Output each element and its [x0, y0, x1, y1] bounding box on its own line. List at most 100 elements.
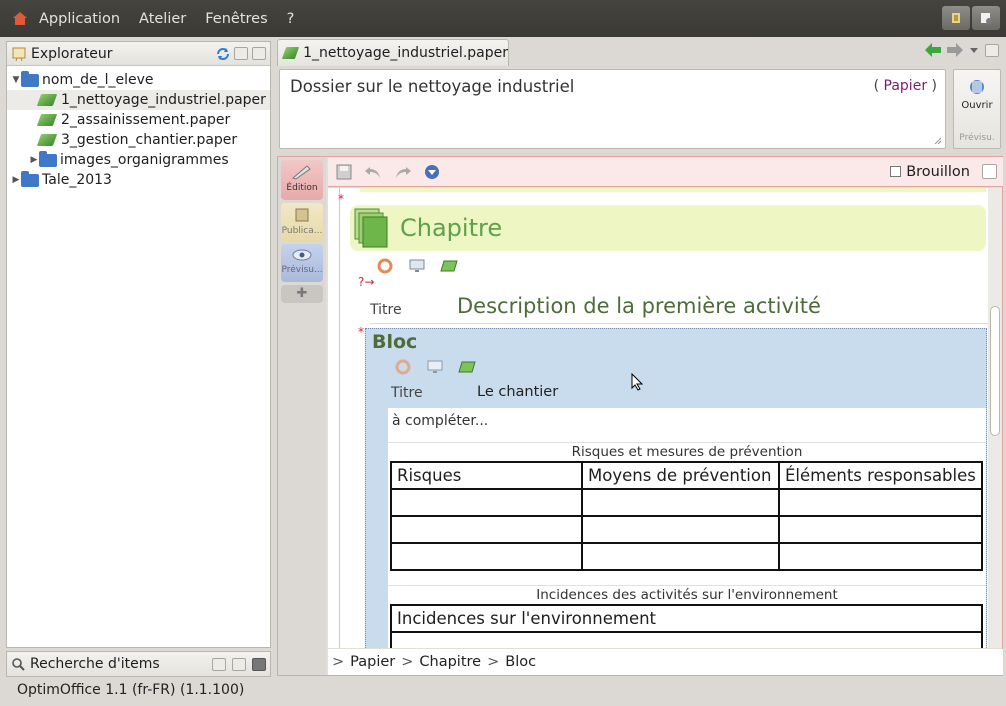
collapse-triangle-icon[interactable]: ▶ — [11, 175, 21, 185]
settings-tool-button[interactable] — [972, 6, 1000, 30]
guide-line — [339, 188, 340, 648]
breadcrumb-item-chapitre[interactable]: Chapitre — [419, 654, 481, 670]
optional-arrow-marker: ?→ — [358, 275, 375, 289]
table-cell[interactable] — [581, 542, 780, 571]
plus-icon: ✚ — [296, 286, 308, 301]
bloc-block[interactable]: Bloc Titre Le chantier à compléter... Ri… — [365, 328, 987, 648]
editor-mode-sidebar: Édition Publica... Prévisu... ✚ — [278, 157, 326, 675]
table-row — [390, 631, 983, 648]
menu-fenetres[interactable]: Fenêtres — [205, 11, 267, 27]
resize-grip-icon[interactable] — [933, 136, 941, 144]
brouillon-checkbox[interactable] — [890, 166, 902, 177]
maximize-panel-button[interactable] — [252, 47, 266, 60]
environment-table: Incidences sur l'environnement — [390, 604, 983, 648]
todo-placeholder[interactable]: à compléter... — [392, 413, 488, 429]
tree-label: Tale_2013 — [42, 172, 112, 188]
monitor-icon[interactable] — [408, 258, 426, 274]
folder-icon — [21, 170, 39, 187]
menu-application[interactable]: Application — [39, 11, 120, 27]
table-cell[interactable] — [581, 488, 780, 517]
maximize-content-button[interactable] — [982, 164, 997, 179]
menu-atelier[interactable]: Atelier — [139, 11, 186, 27]
publication-icon — [295, 208, 309, 222]
chapter-block[interactable]: Chapitre — [350, 205, 986, 251]
add-mode-button[interactable]: ✚ — [281, 285, 323, 303]
preview-mode-button[interactable]: Prévisu... — [281, 244, 323, 282]
detach-panel-button[interactable] — [234, 47, 248, 60]
chevron-down-icon[interactable] — [969, 45, 979, 55]
bloc-label: Bloc — [372, 331, 418, 353]
table-cell[interactable] — [778, 542, 983, 571]
paper-icon[interactable] — [440, 258, 458, 274]
table-header-cell[interactable]: Éléments responsables — [778, 461, 983, 490]
lifebuoy-icon[interactable] — [394, 359, 412, 375]
table1-caption: Risques et mesures de prévention — [388, 442, 986, 460]
explorer-icon — [12, 47, 26, 61]
content-scrollbar[interactable] — [988, 188, 1002, 648]
undo-icon[interactable] — [364, 164, 382, 180]
table-cell[interactable] — [778, 488, 983, 517]
bloc-title-value[interactable]: Le chantier — [477, 384, 558, 400]
tree-folder-tale-2013[interactable]: ▶ Tale_2013 — [7, 170, 270, 190]
table-cell[interactable] — [390, 488, 583, 517]
breadcrumb-item-papier[interactable]: Papier — [350, 654, 395, 670]
tab-1-nettoyage[interactable]: 1_nettoyage_industriel.paper — [277, 39, 509, 66]
brouillon-label: Brouillon — [906, 163, 970, 180]
lifebuoy-icon[interactable] — [376, 258, 394, 274]
open-button[interactable]: Ouvrir Prévisu. — [953, 69, 1001, 149]
tree-folder-images[interactable]: ▶ images_organigrammes — [7, 150, 270, 170]
monitor-icon[interactable] — [426, 359, 444, 375]
table-header-cell[interactable]: Moyens de prévention — [581, 461, 780, 490]
breadcrumb: > Papier > Chapitre > Bloc — [328, 649, 1003, 675]
table-header-cell[interactable]: Risques — [390, 461, 583, 490]
redo-icon[interactable] — [394, 164, 412, 180]
workshop-tool-button[interactable] — [942, 6, 970, 30]
kind-close-paren: ) — [931, 78, 937, 94]
forward-arrow-icon[interactable] — [947, 43, 963, 57]
bloc-title-label: Titre — [391, 385, 423, 401]
detach-panel-button[interactable] — [212, 657, 226, 671]
home-icon[interactable] — [11, 10, 29, 28]
table-cell[interactable] — [581, 515, 780, 544]
publication-mode-button[interactable]: Publica... — [281, 203, 323, 241]
breadcrumb-item-bloc[interactable]: Bloc — [505, 654, 536, 670]
expand-triangle-icon[interactable]: ▼ — [11, 75, 21, 85]
editor-tab-bar: 1_nettoyage_industriel.paper — [277, 39, 1003, 67]
table-row — [390, 542, 983, 571]
chapter-action-icons — [376, 258, 458, 274]
paper-icon — [36, 94, 58, 106]
breadcrumb-separator: > — [401, 654, 414, 670]
paper-icon[interactable] — [458, 359, 476, 375]
title-field-value[interactable]: Description de la première activité — [457, 294, 821, 318]
maximize-editor-button[interactable] — [985, 43, 999, 57]
table-cell[interactable] — [778, 515, 983, 544]
save-icon[interactable] — [336, 164, 352, 180]
tree-file-2-assainissement[interactable]: 2_assainissement.paper — [7, 110, 270, 130]
table-header-cell[interactable]: Incidences sur l'environnement — [390, 604, 983, 633]
refresh-icon[interactable] — [216, 47, 230, 61]
collapse-triangle-icon[interactable]: ▶ — [29, 155, 39, 165]
tree-file-1-nettoyage[interactable]: 1_nettoyage_industriel.paper — [7, 90, 270, 110]
preview-label: Prévisu. — [959, 133, 995, 143]
chapter-title-field[interactable]: Titre Description de la première activit… — [370, 294, 988, 324]
menu-help[interactable]: ? — [287, 11, 295, 27]
table-cell[interactable] — [390, 631, 983, 648]
edition-mode-button[interactable]: Édition — [281, 160, 323, 200]
navigate-down-icon[interactable] — [424, 164, 440, 180]
table-cell[interactable] — [390, 542, 583, 571]
maximize-panel-button[interactable] — [232, 657, 246, 671]
mouse-cursor-icon — [631, 373, 643, 391]
publication-label: Publica... — [281, 226, 323, 236]
tree-file-3-gestion[interactable]: 3_gestion_chantier.paper — [7, 130, 270, 150]
table-cell[interactable] — [390, 515, 583, 544]
close-panel-button[interactable] — [252, 657, 266, 671]
scrollbar-thumb[interactable] — [990, 306, 1000, 436]
document-title: Dossier sur le nettoyage industriel — [290, 77, 575, 96]
required-marker: * — [338, 192, 344, 206]
table-header-row: Risques Moyens de prévention Éléments re… — [390, 461, 983, 490]
brouillon-toggle[interactable]: Brouillon — [890, 164, 997, 180]
eye-icon — [292, 249, 312, 261]
back-arrow-icon[interactable] — [925, 43, 941, 57]
tree-folder-nom-de-l-eleve[interactable]: ▼ nom_de_l_eleve — [7, 70, 270, 90]
breadcrumb-prefix: > — [332, 654, 345, 670]
